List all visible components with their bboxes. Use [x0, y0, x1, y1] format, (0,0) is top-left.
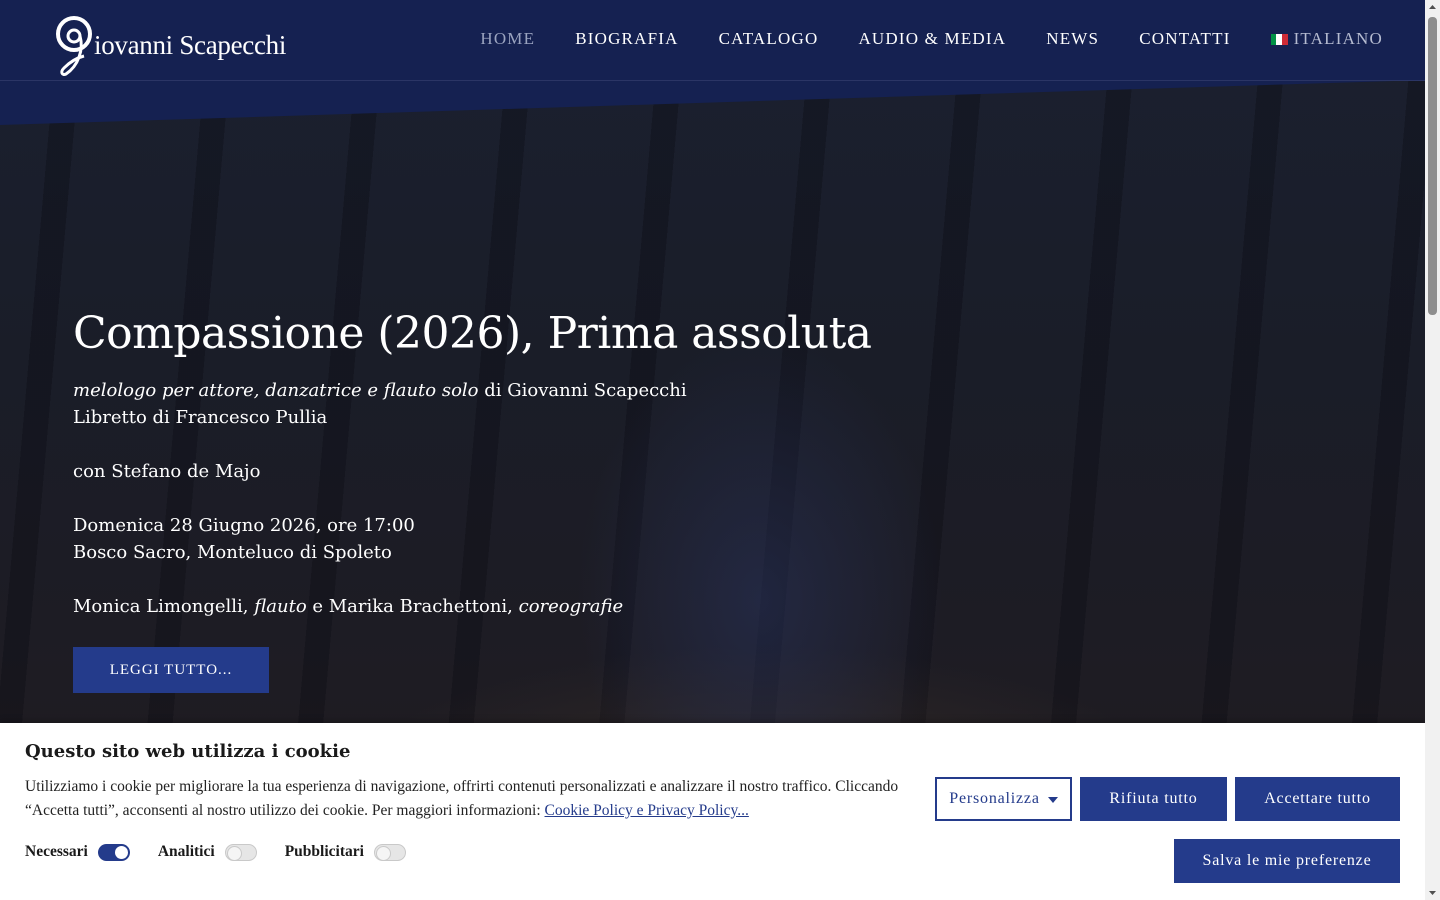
- toggle-label-pubblicitari: Pubblicitari: [284, 843, 364, 860]
- hero-with: con Stefano de Majo: [73, 461, 261, 482]
- accept-all-button[interactable]: Accettare tutto: [1235, 777, 1400, 821]
- italy-flag-icon: [1270, 33, 1288, 45]
- nav-biografia[interactable]: BIOGRAFIA: [575, 29, 678, 49]
- toggle-necessari: Necessari: [25, 843, 130, 861]
- performer-1-role: flauto: [254, 596, 307, 617]
- logo-monogram-icon: [56, 16, 92, 76]
- customize-button[interactable]: Personalizza: [935, 777, 1072, 821]
- pubblicitari-switch[interactable]: [373, 843, 406, 861]
- toggle-label-necessari: Necessari: [25, 843, 88, 860]
- cookie-description: Utilizziamo i cookie per migliorare la t…: [25, 778, 899, 819]
- hero-subtitle: melologo per attore, danzatrice e flauto…: [73, 377, 872, 404]
- hero-libretto: Libretto di Francesco Pullia: [73, 407, 328, 428]
- subtitle-italic: melologo per attore, danzatrice e flauto…: [73, 380, 479, 401]
- cookie-title: Questo sito web utilizza i cookie: [25, 741, 351, 762]
- site-logo[interactable]: iovanni Scapecchi: [54, 14, 286, 78]
- read-more-button[interactable]: LEGGI TUTTO...: [73, 647, 269, 693]
- reject-all-button[interactable]: Rifiuta tutto: [1080, 777, 1227, 821]
- toggle-analitici: Analitici: [158, 843, 257, 861]
- hero-date: Domenica 28 Giugno 2026, ore 17:00: [73, 515, 415, 536]
- performer-1: Monica Limongelli,: [73, 596, 255, 617]
- cookie-toggles: Necessari Analitici Pubblicitari: [25, 843, 434, 861]
- necessari-switch[interactable]: [97, 843, 130, 861]
- scrollbar-thumb[interactable]: [1428, 17, 1437, 315]
- cookie-banner: Questo sito web utilizza i cookie Utiliz…: [0, 723, 1425, 900]
- customize-label: Personalizza: [949, 790, 1040, 807]
- site-header: iovanni Scapecchi HOME BIOGRAFIA CATALOG…: [0, 0, 1425, 81]
- toggle-pubblicitari: Pubblicitari: [285, 843, 406, 861]
- performer-2-role: coreografie: [518, 596, 624, 617]
- performer-join: e Marika Brachettoni,: [306, 596, 519, 617]
- hero-venue: Bosco Sacro, Monteluco di Spoleto: [73, 542, 392, 563]
- language-label: ITALIANO: [1293, 29, 1383, 48]
- toggle-label-analitici: Analitici: [157, 843, 215, 860]
- analitici-switch[interactable]: [224, 843, 257, 861]
- page-scrollbar[interactable]: [1425, 0, 1440, 900]
- nav-news[interactable]: NEWS: [1046, 29, 1099, 49]
- caret-down-icon: [1047, 797, 1058, 803]
- hero-title: Compassione (2026), Prima assoluta: [73, 308, 872, 359]
- subtitle-rest: di Giovanni Scapecchi: [478, 380, 687, 401]
- nav-audio-media[interactable]: AUDIO & MEDIA: [858, 29, 1006, 49]
- scroll-up-icon[interactable]: [1425, 0, 1440, 15]
- hero-performers: Monica Limongelli, flauto e Marika Brach…: [73, 593, 872, 620]
- language-switcher[interactable]: ITALIANO: [1270, 29, 1383, 49]
- cookie-text: Utilizziamo i cookie per migliorare la t…: [25, 775, 915, 823]
- nav-contatti[interactable]: CONTATTI: [1139, 29, 1230, 49]
- scroll-down-icon[interactable]: [1425, 885, 1440, 900]
- nav-home[interactable]: HOME: [480, 29, 535, 49]
- hero-content: Compassione (2026), Prima assoluta melol…: [73, 308, 872, 693]
- cookie-policy-link[interactable]: Cookie Policy e Privacy Policy...: [545, 802, 749, 819]
- main-nav: HOME BIOGRAFIA CATALOGO AUDIO & MEDIA NE…: [480, 29, 1383, 49]
- logo-text: iovanni Scapecchi: [94, 29, 287, 60]
- nav-catalogo[interactable]: CATALOGO: [719, 29, 819, 49]
- save-preferences-button[interactable]: Salva le mie preferenze: [1174, 839, 1400, 883]
